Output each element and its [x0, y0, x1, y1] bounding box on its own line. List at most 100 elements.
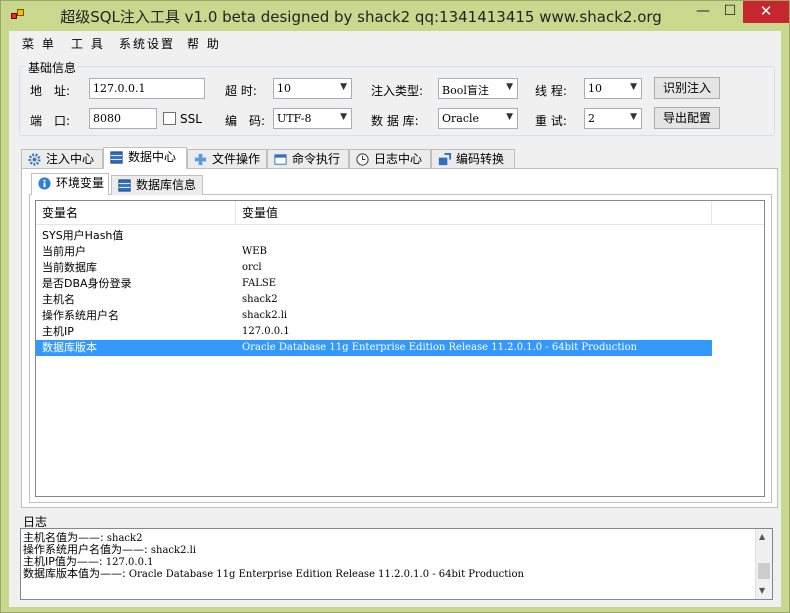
- encoding-select[interactable]: UTF-8 ▼: [273, 108, 352, 129]
- variables-list[interactable]: 变量名 变量值 SYS用户Hash值 当前用户 WEB 当前数据库 orcl 是否DBA身…: [35, 200, 765, 497]
- encoding-value: UTF-8: [277, 112, 312, 125]
- inject-type-value: Bool盲注: [442, 84, 489, 97]
- database-icon: [110, 151, 123, 164]
- column-variable-value[interactable]: 变量值: [236, 201, 712, 225]
- table-row[interactable]: 主机名 shack2: [36, 292, 712, 308]
- scroll-thumb[interactable]: [758, 563, 770, 579]
- variable-value-cell: WEB: [242, 246, 267, 257]
- file-icon: [194, 153, 207, 166]
- chevron-down-icon: ▼: [340, 112, 347, 122]
- tab-log-center[interactable]: 日志中心: [349, 149, 431, 169]
- variable-name-cell: 主机名: [42, 293, 75, 306]
- basic-info-group: 基础信息 地 址: 127.0.0.1 端 口: 8080 SSL 超 时: 1…: [19, 59, 775, 136]
- export-config-button[interactable]: 导出配置: [654, 107, 720, 129]
- environment-panel: 变量名 变量值 SYS用户Hash值 当前用户 WEB 当前数据库 orcl 是否DBA身…: [29, 194, 772, 503]
- menu-item-help[interactable]: 帮 助: [187, 35, 221, 52]
- table-row[interactable]: SYS用户Hash值: [36, 228, 712, 244]
- ssl-label: SSL: [180, 112, 202, 126]
- scroll-down-icon[interactable]: ▼: [759, 586, 765, 595]
- variable-value-cell: orcl: [242, 262, 262, 273]
- log-scrollbar[interactable]: ▲ ▼: [755, 529, 772, 599]
- threads-label: 线 程:: [535, 84, 567, 98]
- tab-label: 命令执行: [292, 152, 341, 166]
- gear-icon: [28, 153, 41, 166]
- log-line-value: Oracle Database 11g Enterprise Edition R…: [125, 569, 524, 580]
- threads-select[interactable]: 10 ▼: [584, 78, 642, 99]
- basic-info-title: 基础信息: [26, 59, 79, 76]
- variable-name-cell: 当前数据库: [42, 261, 97, 274]
- tab-label: 文件操作: [212, 152, 261, 166]
- client-area: 菜 单 工 具 系统设置 帮 助 基础信息 地 址: 127.0.0.1 端 口…: [9, 31, 781, 607]
- table-row[interactable]: 主机IP 127.0.0.1: [36, 324, 712, 340]
- variable-name-cell: SYS用户Hash值: [42, 229, 124, 242]
- menu-item-tools[interactable]: 工 具: [71, 35, 105, 52]
- timeout-select[interactable]: 10 ▼: [273, 78, 352, 99]
- tab-label: 日志中心: [374, 152, 423, 166]
- subtab-environment[interactable]: 环境变量: [31, 173, 109, 195]
- terminal-icon: [274, 154, 287, 165]
- variable-name-cell: 是否DBA身份登录: [42, 277, 132, 290]
- tab-label: 编码转换: [456, 152, 505, 166]
- inject-type-label: 注入类型:: [371, 84, 424, 98]
- tab-command-exec[interactable]: 命令执行: [267, 149, 349, 169]
- retry-label: 重 试:: [535, 114, 567, 128]
- table-row[interactable]: 是否DBA身份登录 FALSE: [36, 276, 712, 292]
- retry-value: 2: [588, 112, 595, 125]
- ssl-checkbox[interactable]: [163, 112, 176, 125]
- chevron-down-icon: ▼: [630, 82, 637, 92]
- subtab-label: 数据库信息: [136, 178, 197, 192]
- log-line-value: shack2.li: [147, 545, 197, 556]
- tab-file-operation[interactable]: 文件操作: [187, 149, 267, 169]
- variable-name-cell: 操作系统用户名: [42, 309, 119, 322]
- minimize-button[interactable]: —: [689, 1, 717, 23]
- encoding-label: 编 码:: [225, 114, 266, 128]
- chevron-down-icon: ▼: [506, 82, 513, 92]
- chevron-down-icon: ▼: [630, 112, 637, 122]
- close-button[interactable]: ✕: [743, 1, 789, 23]
- tab-data-center[interactable]: 数据中心: [103, 147, 187, 169]
- column-variable-name[interactable]: 变量名: [36, 201, 236, 225]
- menu-item-settings[interactable]: 系统设置: [119, 35, 175, 52]
- tab-inject-center[interactable]: 注入中心: [21, 149, 103, 169]
- log-line-key: 数据库版本值为——:: [23, 567, 126, 580]
- timeout-label: 超 时:: [225, 84, 257, 98]
- port-input[interactable]: 8080: [89, 108, 157, 129]
- identify-injection-button[interactable]: 识别注入: [654, 77, 720, 99]
- variable-value-cell: 127.0.0.1: [242, 326, 290, 337]
- log-line: 数据库版本值为——: Oracle Database 11g Enterpris…: [23, 568, 524, 581]
- tab-encode-convert[interactable]: 编码转换: [431, 149, 515, 169]
- title-bar[interactable]: 超级SQL注入工具 v1.0 beta designed by shack2 q…: [1, 1, 789, 31]
- subtab-database-info[interactable]: 数据库信息: [111, 175, 203, 195]
- menu-item-menu[interactable]: 菜 单: [22, 35, 56, 52]
- window-title: 超级SQL注入工具 v1.0 beta designed by shack2 q…: [60, 8, 662, 26]
- variable-value-cell: shack2.li: [242, 310, 288, 321]
- inject-type-select[interactable]: Bool盲注 ▼: [438, 78, 518, 99]
- variable-value-cell: shack2: [242, 294, 278, 305]
- scroll-up-icon[interactable]: ▲: [759, 532, 765, 541]
- threads-value: 10: [588, 82, 602, 95]
- variable-name-cell: 当前用户: [42, 245, 86, 258]
- menu-bar: 菜 单 工 具 系统设置 帮 助: [9, 31, 781, 53]
- log-icon: [356, 153, 369, 166]
- table-row[interactable]: 操作系统用户名 shack2.li: [36, 308, 712, 324]
- database-icon: [118, 179, 131, 192]
- table-row[interactable]: 当前用户 WEB: [36, 244, 712, 260]
- subtab-label: 环境变量: [56, 176, 105, 190]
- log-textarea[interactable]: 主机名值为——: shack2 操作系统用户名值为——: shack2.li 主机I…: [20, 528, 773, 600]
- convert-icon: [438, 152, 452, 166]
- database-value: Oracle: [442, 112, 480, 125]
- variable-name-cell: 主机IP: [42, 325, 74, 338]
- table-row[interactable]: 当前数据库 orcl: [36, 260, 712, 276]
- tab-label: 数据中心: [128, 150, 177, 164]
- database-label: 数 据 库:: [371, 114, 419, 128]
- retry-select[interactable]: 2 ▼: [584, 108, 642, 129]
- chevron-down-icon: ▼: [506, 112, 513, 122]
- timeout-value: 10: [277, 82, 291, 95]
- maximize-button[interactable]: ☐: [717, 1, 743, 23]
- port-label: 端 口:: [30, 114, 71, 128]
- address-label: 地 址:: [30, 84, 71, 98]
- table-row[interactable]: 数据库版本 Oracle Database 11g Enterprise Edit…: [36, 340, 712, 356]
- chevron-down-icon: ▼: [340, 82, 347, 92]
- address-input[interactable]: 127.0.0.1: [89, 78, 205, 99]
- database-select[interactable]: Oracle ▼: [438, 108, 518, 129]
